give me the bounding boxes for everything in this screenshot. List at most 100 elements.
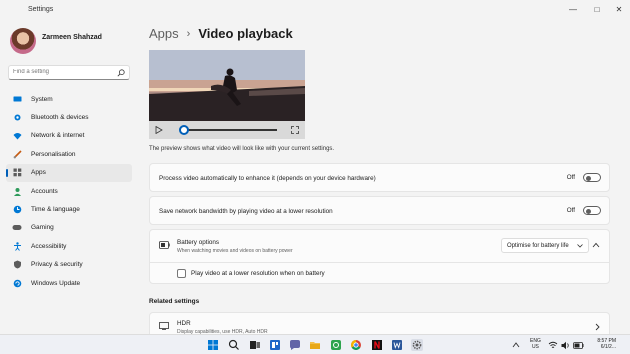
related-settings-heading: Related settings xyxy=(149,298,200,305)
wifi-icon[interactable] xyxy=(548,341,558,350)
seek-bar[interactable] xyxy=(181,129,277,131)
video-preview[interactable] xyxy=(149,50,305,139)
process-video-label: Process video automatically to enhance i… xyxy=(159,175,376,182)
battery-icon xyxy=(159,241,170,249)
widgets-icon[interactable] xyxy=(269,339,281,351)
title-bar: Settings — □ ✕ xyxy=(0,0,630,22)
sidebar-item-privacy-security[interactable]: Privacy & security xyxy=(6,256,132,274)
volume-icon[interactable] xyxy=(561,341,570,350)
chevron-up-icon[interactable] xyxy=(512,341,520,349)
battery-mode-selected: Optimise for battery life xyxy=(507,242,569,249)
maximize-button[interactable]: □ xyxy=(586,3,608,17)
app-title: Settings xyxy=(28,6,54,13)
time-language-icon xyxy=(12,205,22,215)
apps-icon xyxy=(12,168,22,178)
shield-icon xyxy=(12,260,22,270)
search-icon[interactable] xyxy=(228,339,240,351)
sidebar-item-label: System xyxy=(31,95,53,103)
windows-start-icon[interactable] xyxy=(207,339,219,351)
seek-thumb[interactable] xyxy=(178,125,189,135)
preview-note: The preview shows what video will look l… xyxy=(149,146,335,152)
language-line2: US xyxy=(531,344,539,350)
battery-mode-dropdown[interactable]: Optimise for battery life xyxy=(501,238,589,253)
breadcrumb-separator: › xyxy=(186,27,191,40)
low-resolution-battery-label: Play video at a lower resolution when on… xyxy=(191,270,325,277)
hdr-icon xyxy=(159,322,169,330)
chrome-icon[interactable] xyxy=(350,339,362,351)
divider xyxy=(150,262,609,263)
xbox-icon[interactable] xyxy=(330,339,342,351)
search-icon[interactable] xyxy=(117,69,125,77)
save-bandwidth-toggle[interactable] xyxy=(583,206,601,215)
settings-gear-icon[interactable] xyxy=(411,339,423,351)
sidebar-item-gaming[interactable]: Gaming xyxy=(6,219,132,237)
sidebar-item-time-language[interactable]: Time & language xyxy=(6,200,132,218)
sidebar-item-label: Accessibility xyxy=(31,242,67,250)
user-profile[interactable]: Zarmeen Shahzad xyxy=(8,26,138,56)
breadcrumb-parent[interactable]: Apps xyxy=(149,26,179,41)
hdr-title: HDR xyxy=(177,320,191,327)
sidebar-item-label: Time & language xyxy=(31,206,80,214)
user-name: Zarmeen Shahzad xyxy=(42,34,102,41)
taskbar: ENG US 8:57 PM 6/1/2... xyxy=(0,334,630,354)
sidebar-item-label: Personalisation xyxy=(31,150,76,158)
process-video-card: Process video automatically to enhance i… xyxy=(149,163,610,192)
video-controls xyxy=(149,121,305,139)
sidebar-item-personalisation[interactable]: Personalisation xyxy=(6,145,132,163)
chevron-right-icon xyxy=(595,323,600,331)
save-bandwidth-label: Save network bandwidth by playing video … xyxy=(159,208,333,215)
sidebar-item-accounts[interactable]: Accounts xyxy=(6,182,132,200)
play-icon[interactable] xyxy=(155,126,163,134)
fullscreen-icon[interactable] xyxy=(291,126,299,134)
settings-window: Settings — □ ✕ Zarmeen Shahzad System Bl… xyxy=(0,0,630,340)
process-video-toggle-group: Off xyxy=(567,173,601,182)
sidebar-item-label: Privacy & security xyxy=(31,261,83,269)
battery-options-title: Battery options xyxy=(177,239,220,246)
chevron-up-icon[interactable] xyxy=(592,242,600,248)
clock-date: 6/1/2... xyxy=(600,344,616,350)
bluetooth-icon xyxy=(12,113,22,123)
chevron-down-icon xyxy=(577,243,583,248)
task-view-icon[interactable] xyxy=(249,339,261,351)
avatar xyxy=(10,28,36,54)
network-icon xyxy=(12,131,22,141)
clock[interactable]: 8:57 PM 6/1/2... xyxy=(588,338,616,350)
sidebar-item-label: Gaming xyxy=(31,224,54,232)
sidebar-item-network[interactable]: Network & internet xyxy=(6,127,132,145)
page-title: Video playback xyxy=(198,26,293,41)
process-video-toggle[interactable] xyxy=(583,173,601,182)
toggle-state-label: Off xyxy=(566,174,575,181)
file-explorer-icon[interactable] xyxy=(309,339,321,351)
minimize-button[interactable]: — xyxy=(562,3,584,17)
brush-icon xyxy=(12,149,22,159)
netflix-icon[interactable] xyxy=(371,339,383,351)
sidebar-item-accessibility[interactable]: Accessibility xyxy=(6,237,132,255)
sidebar-nav: System Bluetooth & devices Network & int… xyxy=(6,90,132,292)
chat-icon[interactable] xyxy=(289,339,301,351)
sidebar-item-label: Accounts xyxy=(31,187,58,195)
battery-status-icon[interactable] xyxy=(573,342,584,349)
search-box[interactable] xyxy=(8,65,130,80)
sidebar-item-bluetooth[interactable]: Bluetooth & devices xyxy=(6,108,132,126)
sidebar-item-label: Windows Update xyxy=(31,279,81,287)
video-frame-image xyxy=(149,50,305,121)
accessibility-icon xyxy=(12,241,22,251)
windows-update-icon xyxy=(12,278,22,288)
save-bandwidth-card: Save network bandwidth by playing video … xyxy=(149,196,610,225)
breadcrumb: Apps › Video playback xyxy=(149,26,293,41)
sidebar-item-label: Bluetooth & devices xyxy=(31,114,89,122)
search-input[interactable] xyxy=(13,69,113,75)
word-icon[interactable] xyxy=(391,339,403,351)
close-button[interactable]: ✕ xyxy=(608,3,630,17)
sidebar-item-windows-update[interactable]: Windows Update xyxy=(6,274,132,292)
sidebar-item-label: Network & internet xyxy=(31,132,85,140)
language-indicator[interactable]: ENG US xyxy=(530,338,541,350)
sidebar-item-apps[interactable]: Apps xyxy=(6,163,132,182)
save-bandwidth-toggle-group: Off xyxy=(567,206,601,215)
battery-options-description: When watching movies and videos on batte… xyxy=(177,248,293,254)
battery-options-card: Battery options When watching movies and… xyxy=(149,229,610,284)
accounts-icon xyxy=(12,186,22,196)
low-resolution-battery-checkbox[interactable] xyxy=(177,269,186,278)
sidebar-item-system[interactable]: System xyxy=(6,90,132,108)
toggle-state-label: Off xyxy=(566,207,575,214)
